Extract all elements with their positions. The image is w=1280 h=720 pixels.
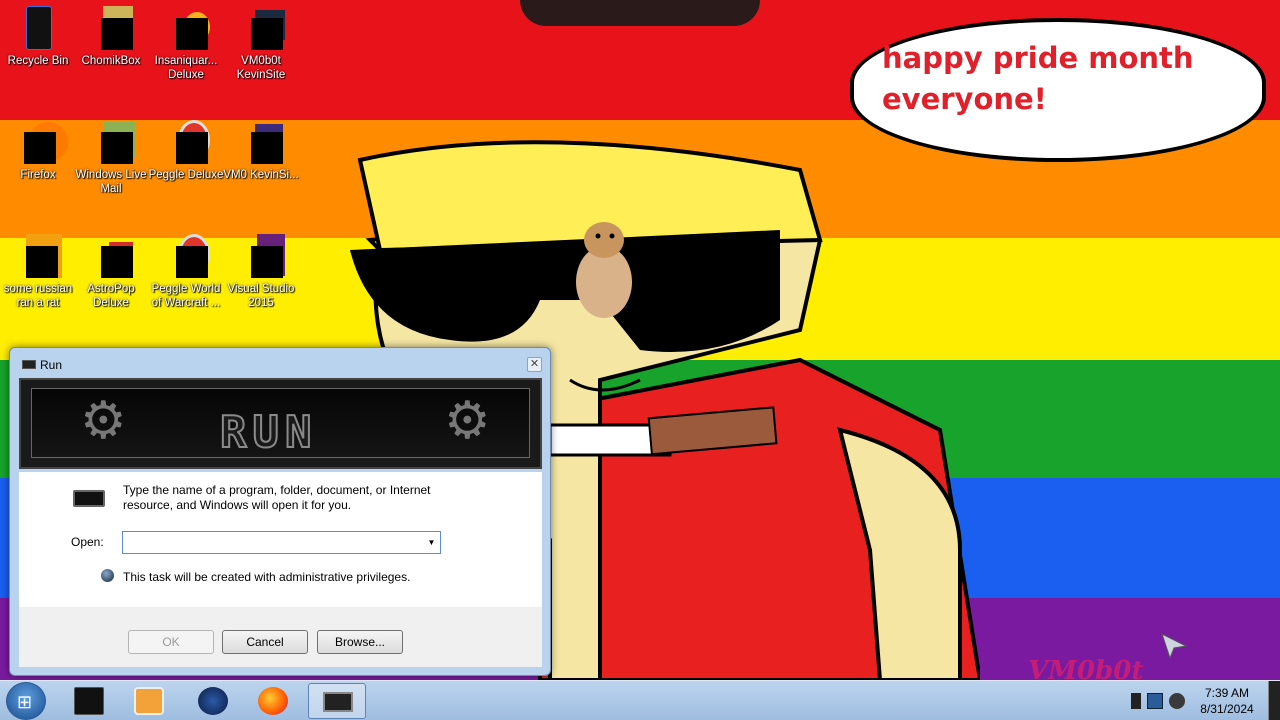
tray-chevron-icon[interactable] bbox=[1131, 693, 1141, 709]
desktop-icon-insaniquarium[interactable]: Insaniquar... Deluxe bbox=[148, 4, 224, 82]
peggle-icon bbox=[162, 118, 210, 166]
run-logo-text: RUN bbox=[219, 406, 318, 459]
gear-icon: ⚙ bbox=[444, 392, 491, 450]
volume-icon[interactable] bbox=[1169, 693, 1185, 709]
desktop-icon-firefox[interactable]: Firefox bbox=[0, 118, 76, 182]
desktop-icon-chomikbox[interactable]: ChomikBox bbox=[73, 4, 149, 68]
run-footer: OK Cancel Browse... bbox=[19, 607, 542, 667]
gear-icon: ⚙ bbox=[80, 392, 127, 450]
taskbar-cmd[interactable] bbox=[60, 683, 118, 719]
clock-date: 8/31/2024 bbox=[1200, 702, 1254, 716]
desktop-icon-some-russian-ran-a-rat[interactable]: some russian ran a rat bbox=[0, 232, 76, 310]
mail-icon bbox=[87, 118, 135, 166]
desktop-icon-label: Insaniquar... Deluxe bbox=[154, 55, 218, 81]
document-icon bbox=[14, 232, 62, 280]
taskbar-firefox[interactable] bbox=[244, 683, 302, 719]
ok-button[interactable]: OK bbox=[128, 630, 214, 654]
clock-time: 7:39 AM bbox=[1204, 686, 1250, 700]
desktop-icon-label: Visual Studio 2015 bbox=[227, 283, 295, 309]
desktop-icon-label: VM0b0t KevinSite bbox=[236, 55, 286, 81]
clock[interactable]: 7:39 AM 8/31/2024 bbox=[1187, 685, 1267, 717]
desktop-icon-recycle-bin[interactable]: Recycle Bin bbox=[0, 4, 76, 68]
run-body: Type the name of a program, folder, docu… bbox=[19, 472, 542, 607]
recycle-bin-icon bbox=[14, 4, 62, 52]
browse-button[interactable]: Browse... bbox=[317, 630, 403, 654]
run-banner-panel: ⚙ RUN ⚙ bbox=[31, 388, 530, 459]
shield-icon bbox=[101, 569, 114, 582]
taskbar-run[interactable] bbox=[308, 683, 366, 719]
start-button[interactable]: ⊞ bbox=[6, 682, 46, 720]
desktop-icon-peggle-deluxe[interactable]: Peggle Deluxe bbox=[148, 118, 224, 182]
camera-icon bbox=[237, 118, 285, 166]
top-notch bbox=[520, 0, 760, 26]
camera-icon bbox=[237, 4, 285, 52]
run-title-icon bbox=[22, 360, 36, 369]
desktop-icon-label: Windows Live Mail bbox=[75, 169, 147, 195]
windows-logo-icon: ⊞ bbox=[17, 692, 33, 712]
desktop-icon-vm0b0t-kevinsite[interactable]: VM0b0t KevinSite bbox=[223, 4, 299, 82]
desktop-icon-label: Firefox bbox=[20, 169, 56, 181]
astropop-icon bbox=[87, 232, 135, 280]
open-label: Open: bbox=[71, 535, 104, 549]
run-program-icon bbox=[73, 490, 105, 507]
run-banner: ⚙ RUN ⚙ bbox=[19, 378, 542, 469]
desktop-icon-vm0-kevinsite[interactable]: VM0 KevinSi... bbox=[223, 118, 299, 182]
close-button[interactable]: ✕ bbox=[527, 357, 542, 372]
globe-icon bbox=[198, 687, 228, 715]
cancel-button[interactable]: Cancel bbox=[222, 630, 308, 654]
desktop-icon-label: Peggle World of Warcraft ... bbox=[151, 283, 221, 309]
firefox-icon bbox=[258, 687, 288, 715]
desktop-icon-visual-studio-2015[interactable]: Visual Studio 2015 bbox=[223, 232, 299, 310]
run-dialog-title: Run bbox=[40, 358, 63, 372]
media-player-icon bbox=[134, 687, 164, 715]
desktop-icon-label: Peggle Deluxe bbox=[148, 169, 224, 181]
desktop-icon-label: VM0 KevinSi... bbox=[223, 169, 299, 181]
desktop-icon-astropop-deluxe[interactable]: AstroPop Deluxe bbox=[73, 232, 149, 310]
speech-bubble-text: happy pride month everyone! bbox=[882, 41, 1194, 116]
desktop-icon-peggle-world-of-warcraft[interactable]: Peggle World of Warcraft ... bbox=[148, 232, 224, 310]
show-desktop-button[interactable] bbox=[1268, 681, 1280, 720]
visual-studio-icon bbox=[237, 232, 285, 280]
hamster-image bbox=[576, 222, 632, 318]
desktop-icon-label: Recycle Bin bbox=[7, 55, 69, 67]
mouse-cursor-icon bbox=[1161, 633, 1188, 660]
firefox-icon bbox=[14, 118, 68, 166]
open-input[interactable] bbox=[122, 531, 441, 554]
desktop-icon-windows-live-mail[interactable]: Windows Live Mail bbox=[73, 118, 149, 196]
taskbar-media-player[interactable] bbox=[120, 683, 178, 719]
desktop-icon-label: AstroPop Deluxe bbox=[87, 283, 135, 309]
run-dialog: Run ✕ ⚙ RUN ⚙ Type the name of a program… bbox=[9, 347, 551, 676]
peggle-icon bbox=[162, 232, 210, 280]
run-description: Type the name of a program, folder, docu… bbox=[123, 483, 431, 512]
insaniquarium-icon bbox=[162, 4, 210, 52]
cmd-icon bbox=[74, 687, 104, 715]
desktop-icon-label: ChomikBox bbox=[81, 55, 141, 67]
chomikbox-icon bbox=[87, 4, 135, 52]
system-tray: 7:39 AM 8/31/2024 bbox=[1125, 681, 1280, 720]
admin-privileges-note: This task will be created with administr… bbox=[123, 570, 411, 584]
taskbar: ⊞ 7:39 AM 8/31/2024 bbox=[0, 680, 1280, 720]
network-icon[interactable] bbox=[1147, 693, 1163, 709]
taskbar-globe[interactable] bbox=[184, 683, 242, 719]
chevron-down-icon[interactable]: ▼ bbox=[423, 532, 440, 553]
desktop-icon-label: some russian ran a rat bbox=[3, 283, 73, 309]
run-icon bbox=[323, 692, 353, 712]
